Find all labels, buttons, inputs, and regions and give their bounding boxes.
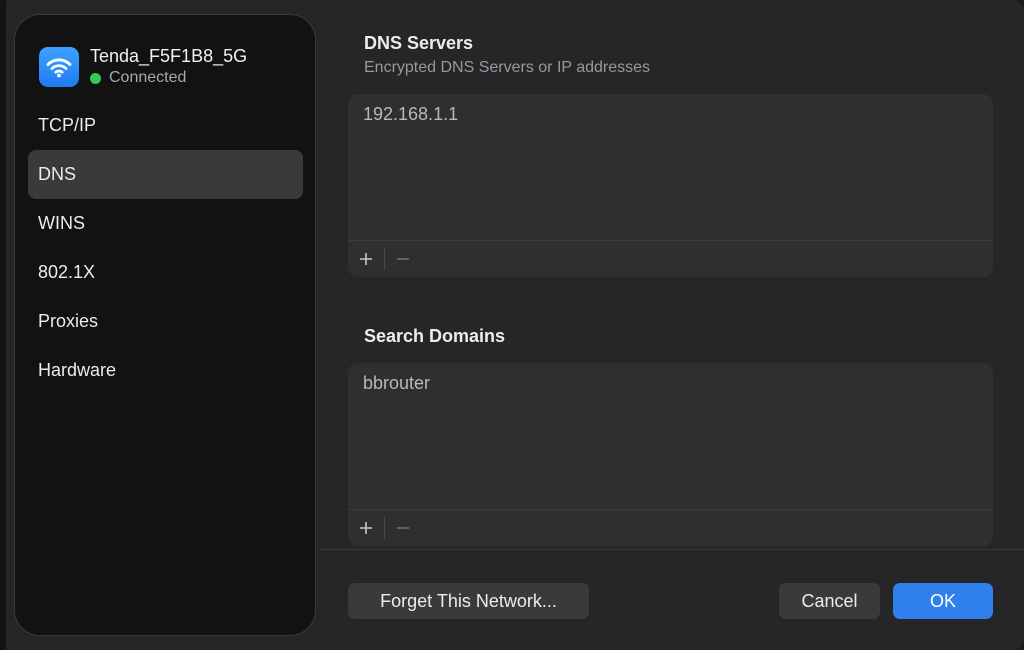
sidebar-item-dns[interactable]: DNS (28, 150, 303, 199)
minus-icon (397, 527, 409, 529)
network-name: Tenda_F5F1B8_5G (90, 46, 248, 66)
status-dot-icon (90, 72, 101, 84)
remove-search-domain-button[interactable] (385, 510, 421, 546)
sidebar-item-proxies[interactable]: Proxies (28, 297, 303, 346)
search-domains-title: Search Domains (364, 326, 506, 346)
dns-servers-list[interactable]: 192.168.1.1 (348, 94, 993, 277)
dns-servers-subtitle: Encrypted DNS Servers or IP addresses (364, 59, 651, 76)
network-status-label: Connected (109, 69, 187, 86)
cancel-button[interactable]: Cancel (779, 583, 880, 619)
search-domains-list[interactable]: bbrouter (348, 363, 993, 546)
footer-divider (318, 549, 1024, 550)
add-dns-server-button[interactable] (348, 241, 384, 277)
ok-button[interactable]: OK (893, 583, 993, 619)
sidebar-item-8021x[interactable]: 802.1X (28, 248, 303, 297)
sidebar-item-tcpip[interactable]: TCP/IP (28, 101, 303, 150)
search-domain-entry[interactable]: bbrouter (363, 373, 430, 394)
minus-icon (397, 258, 409, 260)
sidebar-nav: TCP/IP DNS WINS 802.1X Proxies Hardware (28, 101, 303, 395)
sidebar-item-wins[interactable]: WINS (28, 199, 303, 248)
plus-icon (360, 253, 372, 265)
network-status: Connected (90, 68, 247, 88)
network-details-window: Tenda_F5F1B8_5G Connected TCP/IP DNS WIN… (0, 0, 1024, 650)
remove-dns-server-button[interactable] (385, 241, 421, 277)
search-domains-toolbar (348, 509, 993, 546)
sidebar-item-hardware[interactable]: Hardware (28, 346, 303, 395)
add-search-domain-button[interactable] (348, 510, 384, 546)
dns-servers-toolbar (348, 240, 993, 277)
dns-servers-title: DNS Servers (364, 33, 474, 53)
sidebar: Tenda_F5F1B8_5G Connected TCP/IP DNS WIN… (14, 14, 316, 636)
forget-network-button[interactable]: Forget This Network... (348, 583, 589, 619)
wifi-icon (39, 46, 79, 87)
window-left-edge (0, 0, 6, 650)
dns-server-entry[interactable]: 192.168.1.1 (363, 104, 458, 125)
network-header: Tenda_F5F1B8_5G Connected (39, 45, 247, 88)
plus-icon (360, 522, 372, 534)
